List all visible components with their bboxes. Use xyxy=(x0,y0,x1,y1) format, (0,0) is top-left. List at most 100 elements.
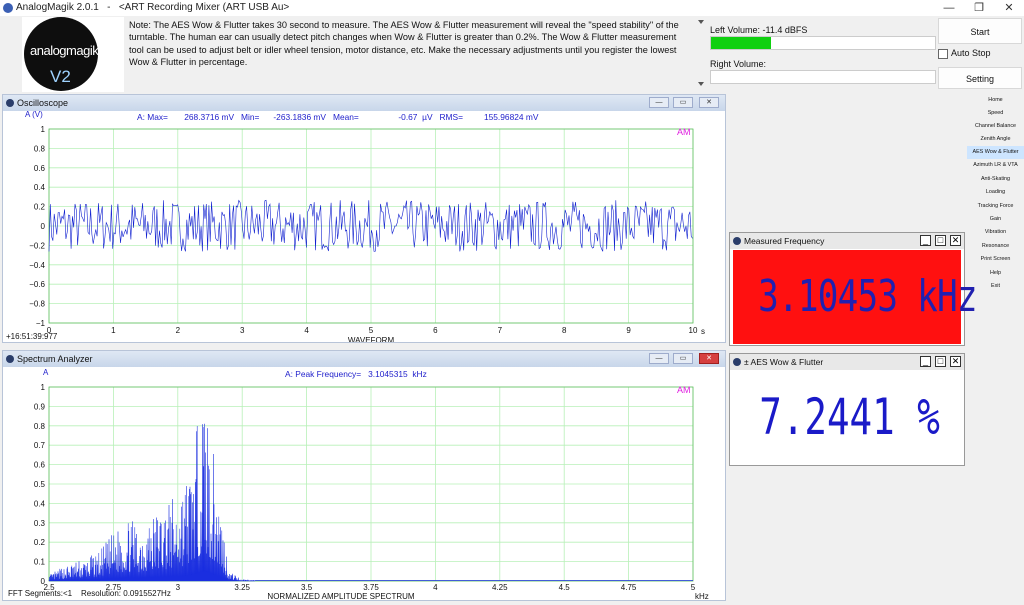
instruction-note: Note: The AES Wow & Flutter takes 30 sec… xyxy=(125,17,697,92)
measured-frequency-display: 3.10453 kHz xyxy=(733,250,978,344)
x-axis-label: WAVEFORM xyxy=(348,336,395,342)
x-tick-label: 6 xyxy=(433,326,438,335)
y-tick-label: −0.6 xyxy=(29,280,45,289)
logo-version: V2 xyxy=(50,67,71,86)
mf-close-button[interactable]: ✕ xyxy=(950,235,961,246)
spectrum-panel: Spectrum Analyzer — ▭ ✕ 2.5 2.75 3 3.25 3.5 3… xyxy=(2,350,726,601)
logo: analogmagik V2 xyxy=(22,17,124,92)
y-tick-label: −0.2 xyxy=(29,241,45,250)
nav-item-anti-skating[interactable]: Anti-Skating xyxy=(967,173,1024,186)
nav-item-azimuth-lr-vta[interactable]: Azimuth LR & VTA xyxy=(967,159,1024,172)
osc-maximize-button[interactable]: ▭ xyxy=(673,97,693,108)
minimize-button[interactable]: — xyxy=(934,0,964,16)
nav-item-loading[interactable]: Loading xyxy=(967,186,1024,199)
nav-item-resonance[interactable]: Resonance xyxy=(967,240,1024,253)
y-tick-label: 0.6 xyxy=(34,461,46,470)
x-axis-unit: s xyxy=(701,327,705,336)
close-button[interactable]: ✕ xyxy=(994,0,1024,16)
nav-item-home[interactable]: Home xyxy=(967,94,1024,107)
nav-item-tracking-force[interactable]: Tracking Force xyxy=(967,200,1024,213)
auto-stop-checkbox[interactable]: Auto Stop xyxy=(938,48,991,59)
y-tick-label: 0.4 xyxy=(34,183,46,192)
y-tick-label: 0.7 xyxy=(34,441,46,450)
x-tick-label: 5 xyxy=(369,326,374,335)
spectrum-chart: 2.5 2.75 3 3.25 3.5 3.75 4 4.25 4.5 4.75 510.90.80… xyxy=(34,368,709,600)
x-tick-label: 10 xyxy=(689,326,698,335)
right-volume-meter xyxy=(710,70,936,84)
nav-item-speed[interactable]: Speed xyxy=(967,107,1024,120)
y-tick-label: 1 xyxy=(41,125,46,134)
panel-icon xyxy=(6,99,14,107)
mf-maximize-button[interactable]: □ xyxy=(935,235,946,246)
left-volume-fill xyxy=(711,37,772,49)
oscilloscope-stats: A: Max= 268.3716 mV Min= -263.1836 mV Me… xyxy=(137,112,539,122)
x-tick-label: 4.75 xyxy=(621,583,637,592)
nav-item-gain[interactable]: Gain xyxy=(967,213,1024,226)
y-axis-label: A xyxy=(43,368,49,377)
app-icon xyxy=(3,3,13,13)
note-scrollbar[interactable] xyxy=(697,17,705,89)
wf-maximize-button[interactable]: □ xyxy=(935,356,946,367)
measured-frequency-title: Measured Frequency xyxy=(744,236,825,246)
mf-minimize-button[interactable]: _ xyxy=(920,235,931,246)
side-nav: Home Speed Channel Balance Zenith Angle AES … xyxy=(967,92,1024,605)
y-tick-label: −0.4 xyxy=(29,261,45,270)
x-tick-label: 9 xyxy=(626,326,631,335)
y-tick-label: 0.8 xyxy=(34,422,46,431)
spec-close-button[interactable]: ✕ xyxy=(699,353,719,364)
panel-icon xyxy=(733,237,741,245)
x-tick-label: 4 xyxy=(433,583,438,592)
spectrum-area xyxy=(48,423,256,582)
right-volume-label: Right Volume: xyxy=(710,59,767,69)
x-tick-label: 1 xyxy=(111,326,116,335)
spectrum-stats: A: Peak Frequency= 3.1045315 kHz xyxy=(285,369,427,379)
setting-button[interactable]: Setting xyxy=(938,67,1022,89)
y-tick-label: 1 xyxy=(41,383,46,392)
x-tick-label: 4.5 xyxy=(559,583,571,592)
x-tick-label: 4 xyxy=(304,326,309,335)
y-tick-label: 0 xyxy=(41,222,46,231)
oscilloscope-chart: 0 1 2 3 4 5 6 7 8 9 1010.80.60.40.20−0.2−0.4−0.6−0… xyxy=(25,111,705,342)
y-axis-label: A (V) xyxy=(25,111,43,119)
volume-panel: Left Volume: -11.4 dBFS Right Volume: xyxy=(706,17,936,92)
oscilloscope-mode: AM xyxy=(677,127,691,137)
spec-maximize-button[interactable]: ▭ xyxy=(673,353,693,364)
y-tick-label: 0.4 xyxy=(34,499,46,508)
y-tick-label: −0.8 xyxy=(29,300,45,309)
wf-close-button[interactable]: ✕ xyxy=(950,356,961,367)
x-axis-unit: kHz xyxy=(695,592,709,600)
auto-stop-label: Auto Stop xyxy=(951,48,991,58)
nav-item-print-screen[interactable]: Print Screen xyxy=(967,253,1024,266)
left-volume-meter xyxy=(710,36,936,50)
spec-minimize-button[interactable]: — xyxy=(649,353,669,364)
nav-item-vibration[interactable]: Vibration xyxy=(967,226,1024,239)
y-tick-label: −1 xyxy=(36,319,46,328)
x-tick-label: 7 xyxy=(498,326,503,335)
maximize-button[interactable]: ❐ xyxy=(964,0,994,16)
oscilloscope-title: Oscilloscope xyxy=(17,98,69,108)
y-tick-label: 0 xyxy=(41,577,46,586)
nav-item-aes-wow-flutter[interactable]: AES Wow & Flutter xyxy=(967,146,1024,159)
start-button[interactable]: Start xyxy=(938,18,1022,44)
y-tick-label: 0.6 xyxy=(34,164,46,173)
osc-minimize-button[interactable]: — xyxy=(649,97,669,108)
oscilloscope-timestamp: +16:51:39:977 xyxy=(6,332,58,341)
scroll-up-arrow-icon xyxy=(698,20,704,24)
scroll-down-arrow-icon xyxy=(698,82,704,86)
measured-frequency-panel: Measured Frequency _ □ ✕ 3.10453 kHz xyxy=(729,232,978,346)
x-axis-label: NORMALIZED AMPLITUDE SPECTRUM xyxy=(267,592,414,600)
x-tick-label: 3.25 xyxy=(234,583,250,592)
wf-minimize-button[interactable]: _ xyxy=(920,356,931,367)
x-tick-label: 4.25 xyxy=(492,583,508,592)
spectrum-footer: FFT Segments:<1 Resolution: 0.0915527Hz xyxy=(8,589,171,598)
x-tick-label: 3 xyxy=(240,326,245,335)
osc-close-button[interactable]: ✕ xyxy=(699,97,719,108)
nav-item-channel-balance[interactable]: Channel Balance xyxy=(967,120,1024,133)
checkbox-icon[interactable] xyxy=(938,48,948,59)
nav-item-zenith-angle[interactable]: Zenith Angle xyxy=(967,133,1024,146)
x-tick-label: 2 xyxy=(176,326,181,335)
left-volume-label: Left Volume: -11.4 dBFS xyxy=(710,25,808,35)
x-tick-label: 3 xyxy=(176,583,181,592)
y-tick-label: 0.9 xyxy=(34,402,46,411)
title-bar: AnalogMagik 2.0.1 - <ART Recording Mixer… xyxy=(0,0,1024,16)
